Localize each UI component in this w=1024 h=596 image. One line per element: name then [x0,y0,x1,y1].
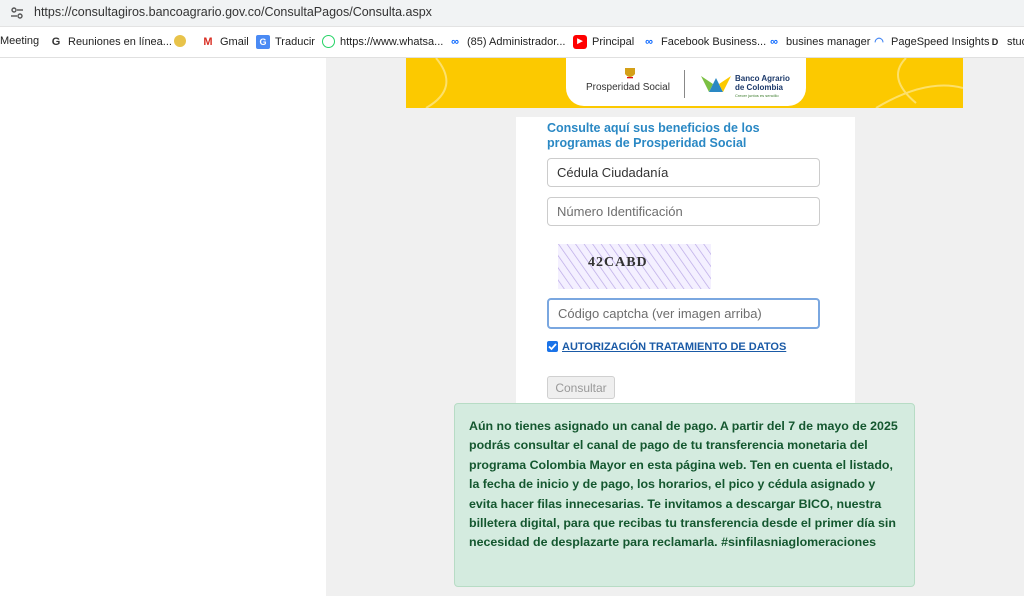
authorization-link[interactable]: AUTORIZACIÓN TRATAMIENTO DE DATOS [562,341,786,353]
address-bar[interactable]: https://consultagiros.bancoagrario.gov.c… [0,0,1024,27]
logo-divider [684,70,685,98]
bookmark-label: Meeting [0,35,40,47]
bookmarks-bar: Meeting G Reuniones en línea... M Gmail … [0,27,1024,58]
gmail-icon: M [203,36,213,48]
bookmark-label: Principal [592,36,635,48]
banco-agrario-line2: de Colombia [735,83,784,92]
authorization-checkbox[interactable] [547,341,558,352]
bookmark-facebook-business[interactable]: ∞ Facebook Business... [642,35,766,49]
bookmark-label: Gmail [220,36,249,48]
captcha-text: 42CABD [588,255,648,270]
d-icon: D [991,37,999,47]
captcha-input[interactable] [547,298,820,329]
banco-agrario-line1: Banco Agrario [735,74,790,83]
meta-icon: ∞ [770,36,778,48]
bookmark-traducir[interactable]: G Traducir [256,35,315,49]
bookmark-label: https://www.whatsa... [340,35,444,48]
document-type-select[interactable]: Cédula Ciudadanía [547,158,820,187]
bookmark-label: PageSpeed Insights [891,36,990,48]
id-number-input[interactable] [547,197,820,226]
url-text[interactable]: https://consultagiros.bancoagrario.gov.c… [34,5,432,19]
bookmark-label: Traducir [275,36,315,48]
bookmark-stud[interactable]: D stud [988,35,1024,49]
site-settings-icon[interactable] [9,5,25,21]
bookmark-busines-manager[interactable]: ∞ busines manager [767,35,870,49]
meta-icon: ∞ [451,36,459,48]
prosperidad-social-logo-text: Prosperidad Social [586,82,670,93]
bookmark-label: busines manager [786,36,871,48]
translate-icon: G [256,35,270,49]
bookmark-administrador[interactable]: ∞ (85) Administrador... [448,35,565,49]
whatsapp-icon [322,35,335,48]
form-title: Consulte aquí sus beneficios de los prog… [547,121,760,150]
banco-agrario-logo-text: Banco Agrario de Colombia [735,74,790,92]
bookmark-pagespeed[interactable]: ◠ PageSpeed Insights [872,35,989,49]
payment-channel-alert: Aún no tienes asignado un canal de pago.… [454,403,915,587]
youtube-icon: ▶ [573,35,587,49]
bookmark-label: (85) Administrador... [467,36,566,48]
captcha-image: 42CABD [558,244,711,289]
consultar-button[interactable]: Consultar [547,376,615,399]
logos-container: Prosperidad Social Banco Agrario de Colo… [566,58,806,106]
bookmark-whatsapp[interactable]: https://www.whatsa... [322,35,443,48]
page-left-margin [0,58,326,596]
pagespeed-icon: ◠ [874,36,884,48]
bookmark-colombia[interactable] [174,35,191,47]
colombia-seal-icon [174,35,186,47]
bookmark-gmail[interactable]: M Gmail [201,35,249,49]
banco-agrario-logo-icon [701,76,731,92]
bookmark-label: Reuniones en línea... [68,36,172,48]
bookmark-label: stud [1007,36,1024,48]
prosperidad-social-seal-icon [625,68,635,79]
header-banner: Prosperidad Social Banco Agrario de Colo… [406,58,963,108]
meta-icon: ∞ [645,36,653,48]
banco-agrario-tagline: Crecer juntos es sencillo [735,93,779,98]
bookmark-label: Facebook Business... [661,36,767,48]
bookmark-principal[interactable]: ▶ Principal [573,35,634,49]
checkmark-icon [548,343,557,351]
g-icon: G [51,36,61,48]
bookmark-reuniones[interactable]: G Reuniones en línea... [49,35,172,49]
bookmark-meeting[interactable]: Meeting [0,35,39,47]
